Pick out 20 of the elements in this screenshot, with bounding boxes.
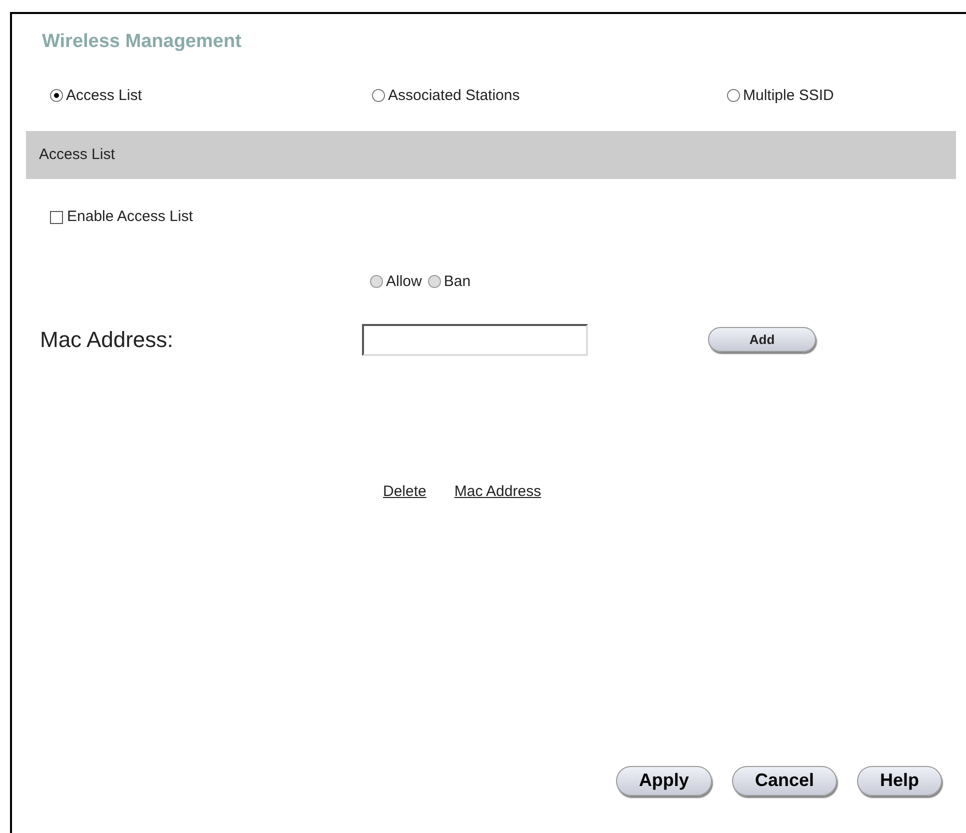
mac-address-field[interactable] [362, 324, 588, 356]
action-button[interactable]: Help [856, 766, 942, 796]
radio-label: Ban [444, 272, 471, 292]
page-title: Wireless Management [41, 30, 242, 54]
checkbox[interactable] [50, 210, 63, 224]
column-header-link[interactable]: Mac Address [454, 481, 542, 504]
action-button[interactable]: Cancel [732, 766, 837, 796]
radio-button[interactable] [372, 89, 385, 102]
section-header: Access List [26, 131, 956, 179]
add-button[interactable]: Add [708, 327, 816, 352]
tab-label[interactable]: Access List [66, 84, 142, 107]
radio-button[interactable] [50, 89, 63, 102]
action-button[interactable]: Apply [616, 766, 712, 796]
radio-button[interactable] [727, 89, 740, 102]
checkbox-label: Enable Access List [67, 207, 193, 227]
radio-label: Allow [386, 272, 422, 292]
mac-address-label: Mac Address: [40, 326, 174, 354]
tab-label[interactable]: Multiple SSID [743, 84, 834, 107]
tab-label[interactable]: Associated Stations [388, 84, 520, 107]
column-header-link[interactable]: Delete [383, 481, 426, 504]
